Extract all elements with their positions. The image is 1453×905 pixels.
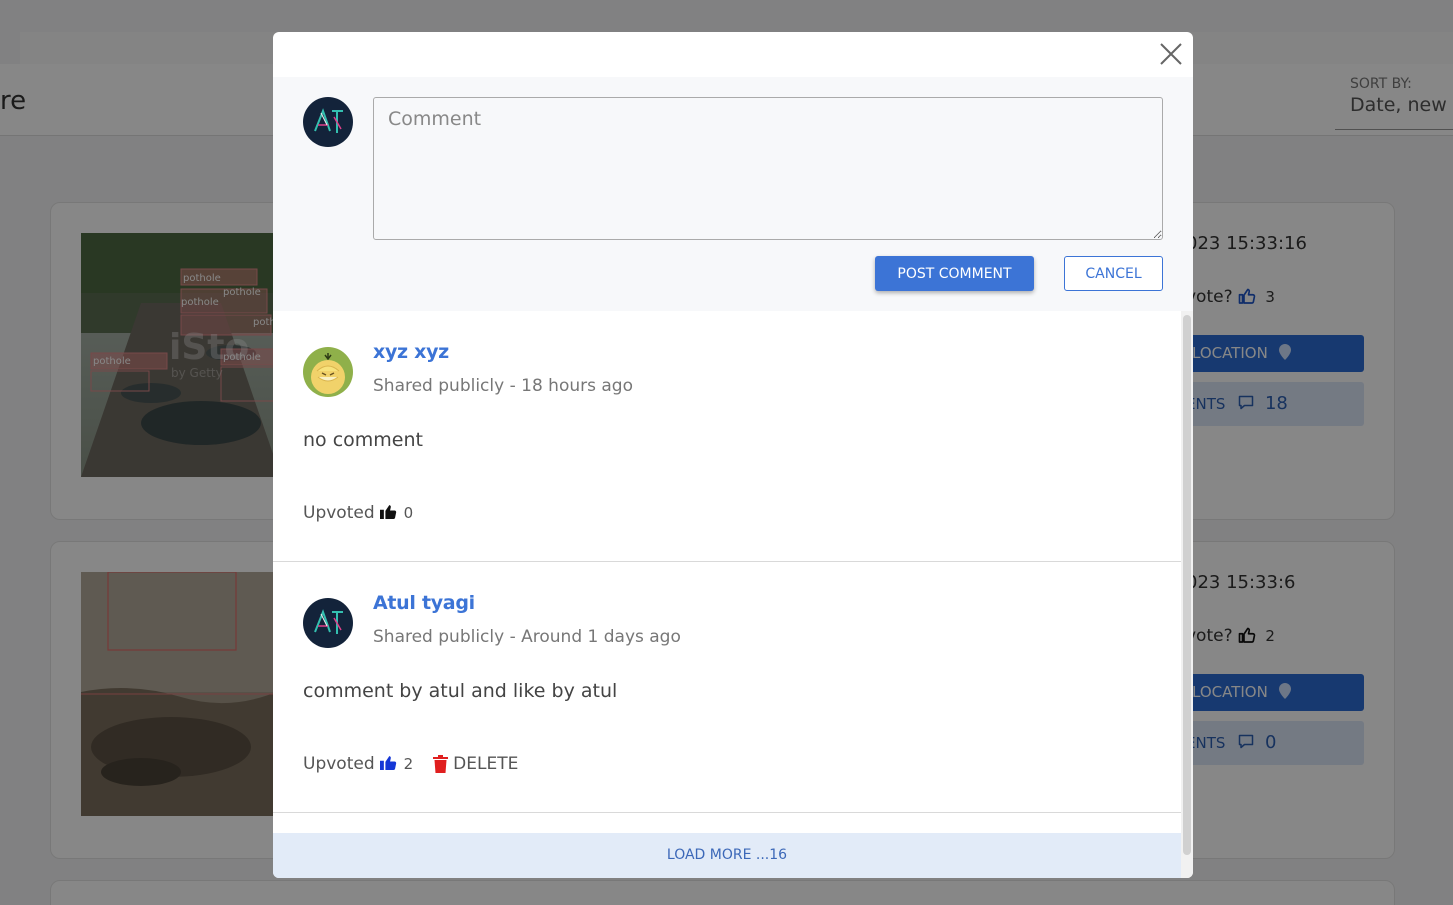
comment-author[interactable]: xyz xyz: [373, 341, 449, 363]
trash-icon: [433, 755, 449, 773]
comment-votes: Upvoted 2 DELETE: [303, 753, 518, 775]
delete-label: DELETE: [453, 754, 519, 774]
thumbs-up-icon[interactable]: [379, 502, 398, 524]
thumbs-up-icon[interactable]: [379, 753, 398, 775]
cancel-button[interactable]: CANCEL: [1064, 256, 1163, 291]
scrollbar[interactable]: [1181, 311, 1193, 878]
comment-meta: Shared publicly - 18 hours ago: [373, 376, 633, 396]
comment-composer: POST COMMENT CANCEL: [273, 77, 1193, 311]
comment-author[interactable]: Atul tyagi: [373, 592, 475, 614]
avatar: [303, 598, 353, 648]
comment-text: no comment: [303, 429, 423, 451]
comment-input[interactable]: [373, 97, 1163, 240]
load-more-button[interactable]: LOAD MORE ...16: [273, 833, 1181, 878]
comment-item: Atul tyagi Shared publicly - Around 1 da…: [273, 562, 1181, 813]
comment-votes: Upvoted 0: [303, 502, 413, 524]
upvote-count: 2: [403, 755, 414, 773]
comment-list: xyz xyz Shared publicly - 18 hours ago n…: [273, 311, 1181, 878]
comments-modal: POST COMMENT CANCEL xyz xyz Shared publi…: [273, 32, 1193, 878]
upvote-count: 0: [403, 504, 414, 522]
comment-item: xyz xyz Shared publicly - 18 hours ago n…: [273, 311, 1181, 562]
delete-button[interactable]: DELETE: [433, 754, 518, 774]
scrollbar-thumb[interactable]: [1183, 315, 1191, 855]
post-comment-button[interactable]: POST COMMENT: [875, 256, 1034, 291]
comment-meta: Shared publicly - Around 1 days ago: [373, 627, 681, 647]
avatar: [303, 97, 353, 147]
close-icon[interactable]: [1159, 42, 1183, 66]
comment-text: comment by atul and like by atul: [303, 680, 618, 702]
avatar: [303, 347, 353, 397]
upvote-label: Upvoted: [303, 503, 375, 523]
upvote-label: Upvoted: [303, 754, 375, 774]
